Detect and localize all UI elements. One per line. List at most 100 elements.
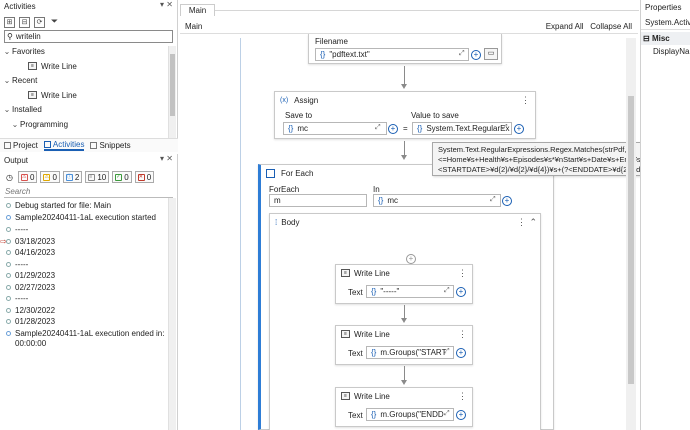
output-line[interactable]: Sample20240411-1aL execution started <box>6 213 156 222</box>
tab-snippets[interactable]: Snippets <box>90 141 131 150</box>
tree-item-installed[interactable]: ⌄ Installed <box>0 103 177 118</box>
designer-scrollbar[interactable] <box>626 38 636 430</box>
filter-count: 2 <box>74 172 80 182</box>
output-line[interactable]: 03/18/2023 <box>6 237 55 246</box>
output-line[interactable]: Sample20240411-1aL execution ended in: <box>6 329 164 338</box>
output-filter-button[interactable]: ≡ 10 <box>85 171 110 183</box>
tab-main[interactable]: Main <box>180 4 215 16</box>
output-filter-button[interactable]: ⚠ 0 <box>40 171 60 183</box>
collapse-all-icon[interactable]: ⊟ <box>19 16 30 28</box>
output-line[interactable]: Debug started for file: Main <box>6 201 111 210</box>
tree-item-favorites[interactable]: ⌄ Favorites <box>0 45 177 60</box>
write-line-activity[interactable]: ≡ Write Line ⋮ Text{} m.Groups("ENDD ⤢ + <box>335 387 473 427</box>
scroll-thumb[interactable] <box>628 96 634 384</box>
output-line[interactable]: ----- <box>6 294 28 303</box>
save-to-field[interactable]: {} mc <box>283 122 387 135</box>
expand-editor-icon[interactable]: ⤢ <box>490 196 496 204</box>
activities-search[interactable]: ⚲ writelin <box>4 30 173 43</box>
expand-editor-icon[interactable]: ⤢ <box>444 287 450 295</box>
expand-editor-icon[interactable]: ⤢ <box>459 50 465 58</box>
output-filter-button[interactable]: ⓘ 2 <box>62 171 83 183</box>
refresh-icon[interactable]: ⟳ <box>34 16 45 28</box>
tab-project[interactable]: Project <box>4 141 38 150</box>
output-filter-button[interactable]: ✓ 0 <box>112 171 132 183</box>
tree-item-recent[interactable]: ⌄ Recent <box>0 74 177 89</box>
write-line-activity[interactable]: ≡ Write Line ⋮ Text{} m.Groups("START ⤢ + <box>335 325 473 365</box>
folder-icon[interactable]: ▭ <box>484 48 498 60</box>
tree-item-write-line[interactable]: ≡ Write Line <box>0 60 177 75</box>
add-activity-icon[interactable]: + <box>406 254 416 264</box>
expand-all-link[interactable]: Expand All <box>546 22 584 31</box>
more-options-icon[interactable]: ⋮ <box>521 95 530 106</box>
output-line[interactable]: 12/30/2022 <box>6 306 55 315</box>
read-text-file-activity[interactable]: Filename {} "pdftext.txt" ⤢ + ▭ <box>308 34 502 64</box>
filter-icon[interactable]: ⏷ <box>49 16 60 28</box>
assign-activity[interactable]: (x) Assign ⋮ Save to Value to save {} mc … <box>274 91 536 139</box>
chevron-down-icon[interactable]: ⌄ <box>2 103 12 118</box>
expand-editor-icon[interactable]: ⤢ <box>375 124 381 132</box>
output-line[interactable]: 00:00:00 <box>15 339 46 348</box>
clock-icon[interactable]: ◷ <box>4 171 15 183</box>
output-line[interactable]: 04/16/2023 <box>6 248 55 257</box>
chevron-down-icon[interactable]: ⌄ <box>2 45 12 60</box>
log-level-icon <box>6 331 11 337</box>
expand-editor-icon[interactable]: ⤢ <box>444 410 450 418</box>
tree-item-programming[interactable]: ⌄ Programming <box>0 118 177 133</box>
output-line[interactable]: 02/27/2023 <box>6 283 55 292</box>
add-variable-icon[interactable]: + <box>456 348 466 358</box>
more-options-icon[interactable]: ⋮ <box>458 268 467 279</box>
more-options-icon[interactable]: ⋮ <box>458 329 467 340</box>
add-variable-icon[interactable]: + <box>471 50 481 60</box>
chevron-down-icon[interactable]: ⌄ <box>2 74 12 89</box>
output-line[interactable]: ----- <box>6 260 28 269</box>
foreach-variable-field[interactable]: m <box>269 194 367 207</box>
output-line[interactable]: 01/28/2023 <box>6 317 55 326</box>
properties-title: Properties <box>645 3 682 12</box>
write-line-icon: ≡ <box>28 91 37 100</box>
text-field[interactable]: {} m.Groups("START <box>366 346 454 359</box>
tree-item-write-line[interactable]: ≡ Write Line <box>0 89 177 104</box>
output-scrollbar[interactable] <box>168 198 176 430</box>
tab-activities[interactable]: Activities <box>43 140 85 151</box>
expand-all-icon[interactable]: ⊞ <box>4 16 15 28</box>
search-input[interactable]: writelin <box>13 32 41 41</box>
activities-title: Activities <box>4 2 36 11</box>
text-field[interactable]: {} m.Groups("ENDD <box>366 408 454 421</box>
more-options-icon[interactable]: ⋮ <box>517 217 526 228</box>
output-line-text: ----- <box>15 260 29 269</box>
collapse-all-link[interactable]: Collapse All <box>590 22 632 31</box>
more-options-icon[interactable]: ⋮ <box>458 391 467 402</box>
log-level-icon <box>6 215 11 221</box>
output-line[interactable]: ----- <box>6 225 28 234</box>
scroll-thumb[interactable] <box>170 54 175 116</box>
panel-pin-icon[interactable]: ▾ ✕ <box>160 0 173 9</box>
write-line-title: Write Line <box>354 268 390 278</box>
add-variable-icon[interactable]: + <box>456 287 466 297</box>
add-variable-icon[interactable]: + <box>456 410 466 420</box>
add-variable-icon[interactable]: + <box>514 124 524 134</box>
in-collection-field[interactable]: {} mc <box>373 194 501 207</box>
equals-sign: = <box>403 124 408 133</box>
output-filter-button[interactable]: ✕ 0 <box>134 171 155 183</box>
in-value: mc <box>387 196 399 205</box>
add-variable-icon[interactable]: + <box>502 196 512 206</box>
expand-editor-icon[interactable]: ⤢ <box>502 124 508 132</box>
expand-editor-icon[interactable]: ⤢ <box>444 348 450 356</box>
add-variable-icon[interactable]: + <box>388 124 398 134</box>
collapse-icon[interactable]: ⌃ <box>529 217 537 228</box>
write-line-activity[interactable]: ≡ Write Line ⋮ Text{} "-----" ⤢ + <box>335 264 473 304</box>
properties-category[interactable]: ⊟ Misc <box>641 32 690 45</box>
filename-field[interactable]: {} "pdftext.txt" <box>315 48 469 61</box>
output-search-input[interactable]: Search <box>4 186 173 198</box>
filter-count: 0 <box>52 172 57 182</box>
panel-pin-icon[interactable]: ▾ ✕ <box>160 154 173 163</box>
output-filter-button[interactable]: ⚠ 0 <box>17 171 38 183</box>
property-display-name[interactable]: DisplayName <box>641 45 690 58</box>
activities-scrollbar[interactable] <box>168 46 176 138</box>
chevron-down-icon[interactable]: ⌄ <box>10 118 20 133</box>
connector-line <box>404 305 405 319</box>
value-to-save-field[interactable]: {} System.Text.RegularEx <box>412 122 512 135</box>
text-field[interactable]: {} "-----" <box>366 285 454 298</box>
output-line[interactable]: 01/29/2023 <box>6 271 55 280</box>
breadcrumb[interactable]: Main <box>185 22 202 31</box>
